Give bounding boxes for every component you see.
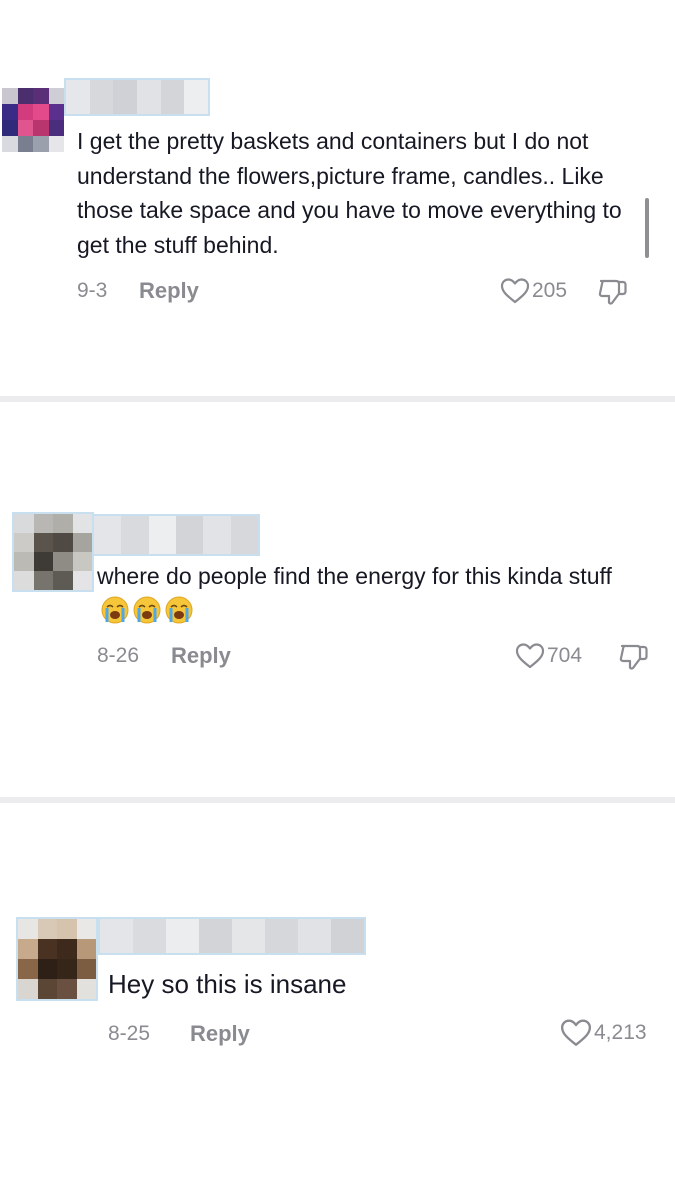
username-redacted[interactable]: [64, 78, 210, 116]
reply-button[interactable]: Reply: [190, 1021, 250, 1047]
like-count: 704: [547, 644, 583, 667]
heart-outline-icon: [500, 278, 530, 304]
loudly-crying-face-icon: [165, 596, 193, 623]
scrollbar[interactable]: [645, 198, 649, 258]
avatar[interactable]: [2, 88, 64, 152]
comment-text: where do people find the energy for this…: [97, 559, 637, 628]
thumbs-down-icon[interactable]: [597, 277, 629, 307]
heart-outline-icon: [515, 643, 545, 669]
like-button[interactable]: 704: [515, 642, 582, 670]
username-redacted[interactable]: [98, 917, 366, 955]
comment-item: Hey so this is insane 8-25 Reply 4,213: [0, 803, 675, 1200]
comment-item: I get the pretty baskets and containers …: [0, 0, 675, 395]
heart-outline-icon: [560, 1019, 592, 1046]
username-redacted[interactable]: [92, 514, 260, 556]
reply-button[interactable]: Reply: [139, 278, 199, 304]
like-count: 205: [532, 279, 568, 302]
comment-text: Hey so this is insane: [108, 969, 347, 999]
comment-item: where do people find the energy for this…: [0, 402, 675, 797]
avatar[interactable]: [16, 917, 98, 1001]
comment-date: 8-26: [97, 644, 140, 667]
comment-date: 9-3: [77, 279, 108, 302]
like-count: 4,213: [594, 1021, 647, 1044]
comment-date: 8-25: [108, 1022, 151, 1045]
like-button[interactable]: 4,213: [560, 1018, 647, 1048]
thumbs-down-icon[interactable]: [618, 642, 650, 672]
loudly-crying-face-icon: [101, 596, 129, 623]
comment-text: I get the pretty baskets and containers …: [77, 128, 622, 258]
avatar[interactable]: [12, 512, 94, 592]
loudly-crying-face-icon: [133, 596, 161, 623]
reply-button[interactable]: Reply: [171, 643, 231, 669]
like-button[interactable]: 205: [500, 277, 567, 305]
